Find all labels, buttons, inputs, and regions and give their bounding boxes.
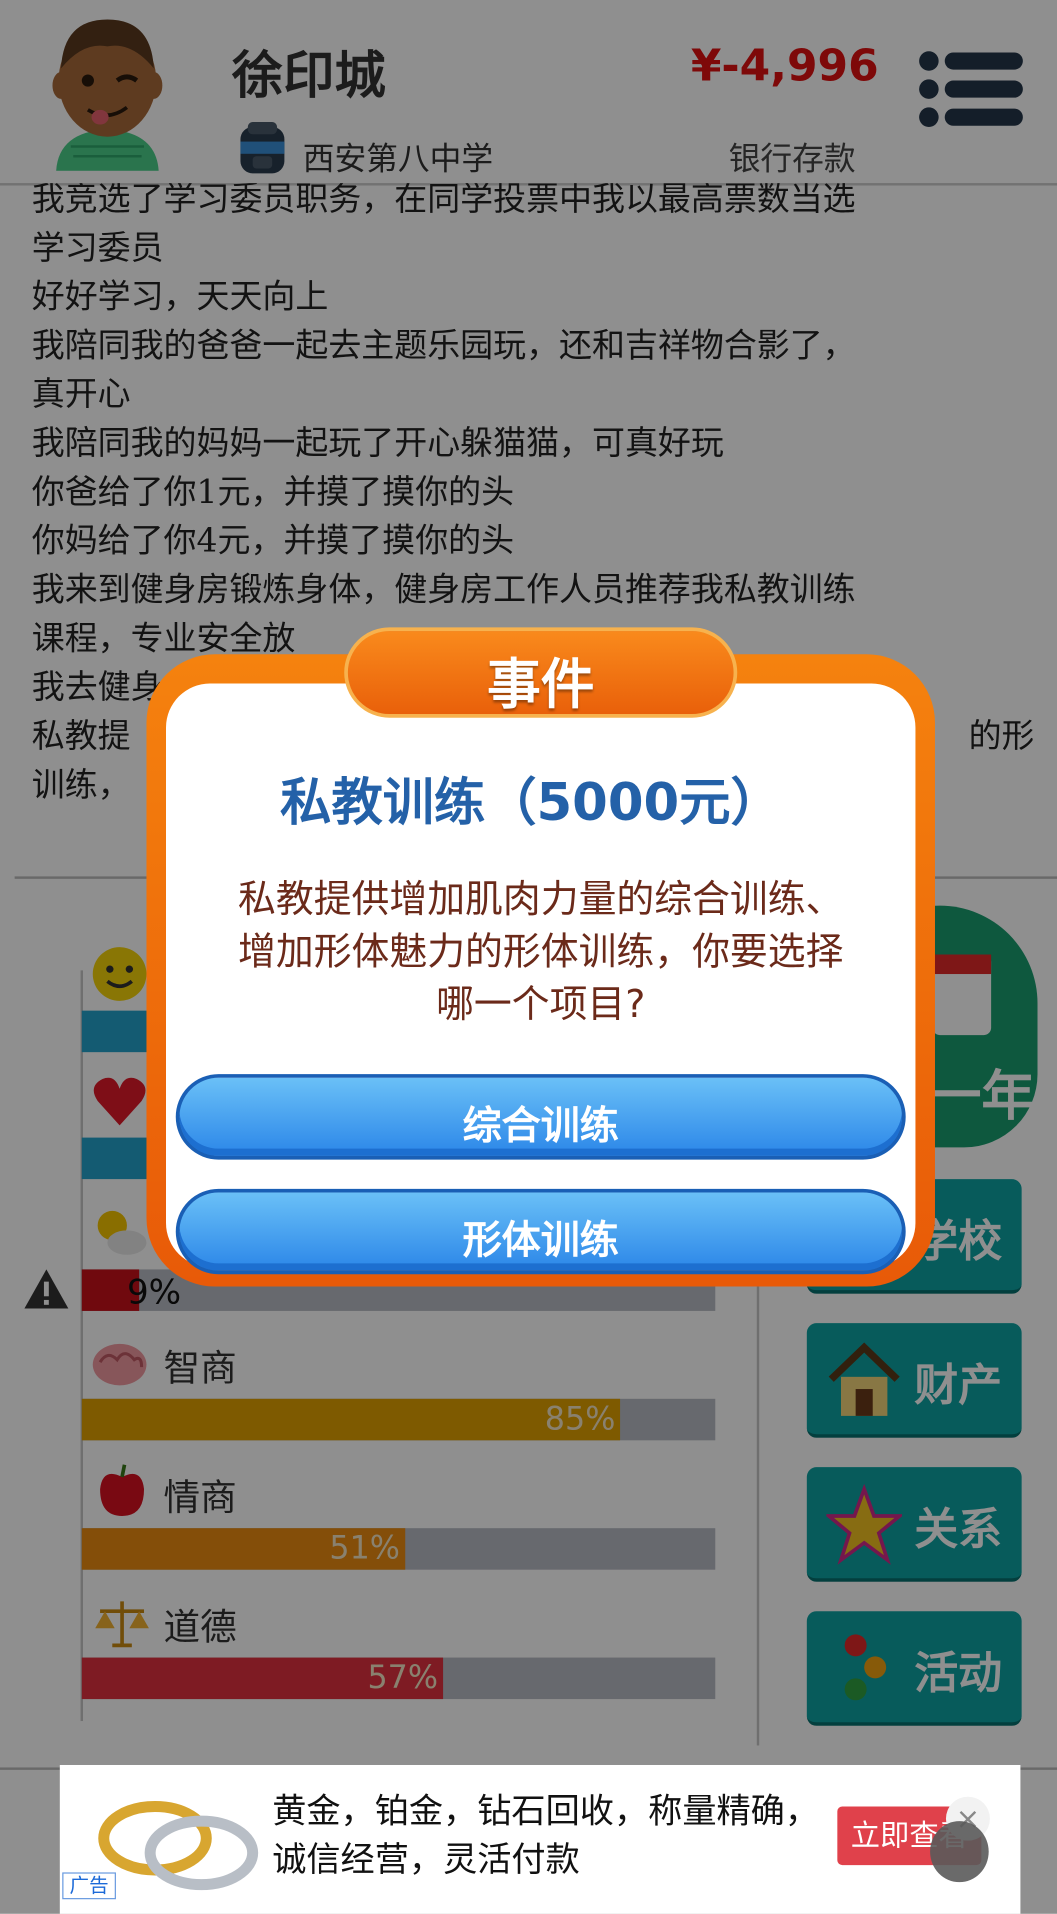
ad-tag: 广告	[62, 1872, 116, 1900]
event-name: 私教训练（5000元）	[280, 772, 782, 833]
option-body-training-button[interactable]: 形体训练	[175, 1188, 906, 1275]
ad-banner[interactable]: 黄金，铂金，钻石回收，称量精确，诚信经营，灵活付款 立即查看 广告 ×	[59, 1764, 1021, 1914]
event-dialog-title: 事件	[487, 654, 595, 717]
event-dialog-title-badge: 事件	[344, 627, 738, 718]
option-label: 形体训练	[462, 1216, 619, 1264]
ad-text: 黄金，铂金，钻石回收，称量精确，诚信经营，灵活付款	[272, 1790, 820, 1880]
event-description: 私教提供增加肌肉力量的综合训练、增加形体魅力的形体训练，你要选择哪一个项目?	[238, 877, 844, 1027]
option-comprehensive-training-button[interactable]: 综合训练	[175, 1074, 906, 1160]
option-label: 综合训练	[462, 1102, 619, 1149]
floating-assist-icon[interactable]	[930, 1821, 989, 1883]
